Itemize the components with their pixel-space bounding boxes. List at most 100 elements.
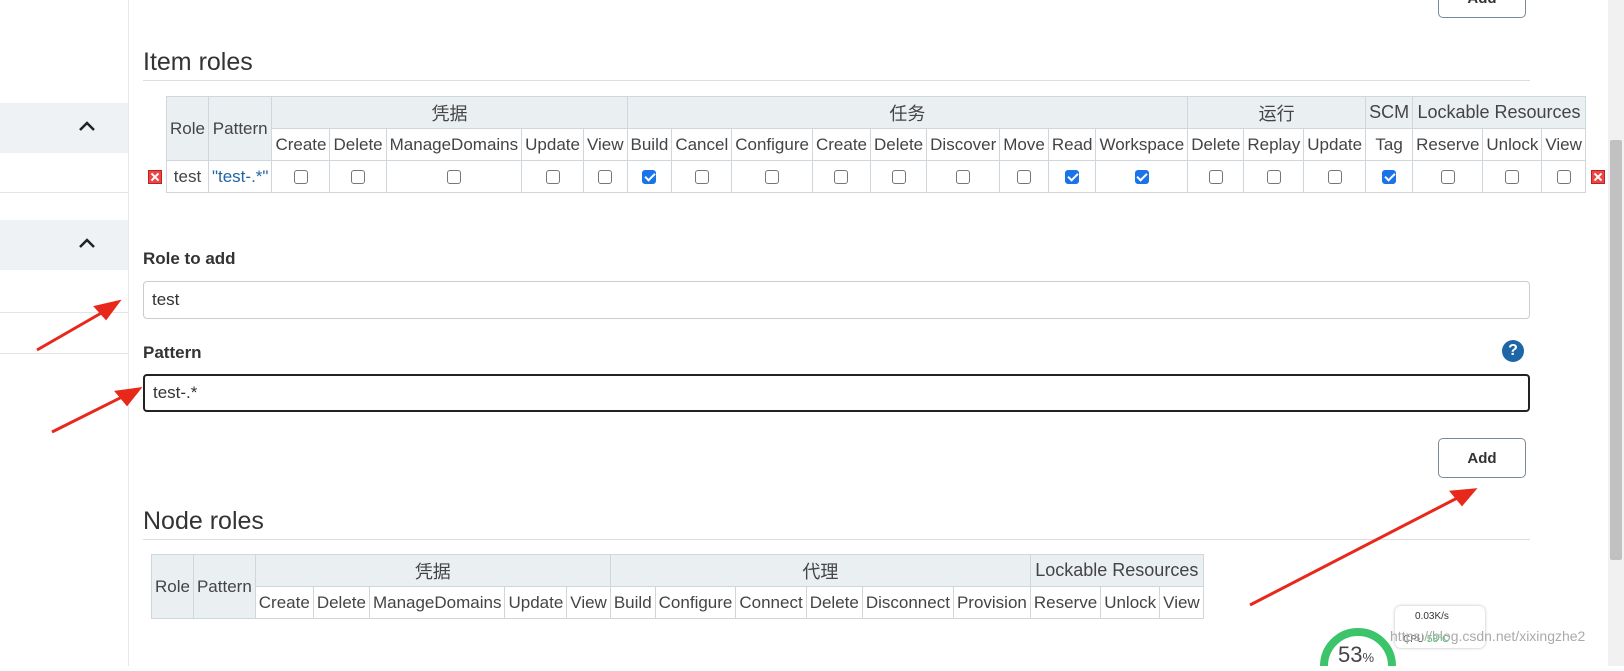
permission-checkbox[interactable] (598, 170, 613, 185)
permission-header: Delete (312, 586, 370, 619)
permission-header: View (1159, 586, 1204, 619)
permission-header: Delete (329, 128, 387, 161)
permission-header: ManageDomains (385, 128, 523, 161)
permission-checkbox[interactable] (1208, 170, 1223, 185)
permission-checkbox[interactable] (1556, 170, 1571, 185)
permission-checkbox[interactable] (1134, 170, 1149, 185)
permission-header: ManageDomains (368, 586, 506, 619)
permission-group-header: Lockable Resources (1029, 554, 1204, 587)
help-icon[interactable]: ? (1502, 340, 1524, 362)
permission-header: Delete (1187, 128, 1245, 161)
permission-group-header: 凭据 (254, 554, 611, 587)
permission-header: Replay (1243, 128, 1305, 161)
section-divider (143, 539, 1530, 540)
network-speed: 0.03K/s (1415, 611, 1449, 622)
permission-checkbox[interactable] (1327, 170, 1342, 185)
permission-checkbox[interactable] (1382, 170, 1397, 185)
performance-percent: 53 (1338, 642, 1363, 667)
permission-header: Read (1047, 128, 1097, 161)
permission-checkbox[interactable] (1266, 170, 1281, 185)
section-divider (143, 80, 1530, 81)
column-header-pattern: Pattern (207, 96, 273, 161)
permission-header: Configure (654, 586, 737, 619)
sidebar-divider (0, 353, 128, 354)
permission-checkbox[interactable] (446, 170, 461, 185)
permission-checkbox[interactable] (1440, 170, 1455, 185)
scrollbar-thumb[interactable] (1610, 140, 1622, 560)
chevron-up-icon (79, 238, 95, 248)
node-roles-heading: Node roles (143, 507, 264, 535)
performance-widget[interactable]: 53% (1318, 606, 1398, 667)
permission-checkbox[interactable] (545, 170, 560, 185)
permission-header: Build (609, 586, 656, 619)
permission-checkbox[interactable] (694, 170, 709, 185)
permission-header: Configure (731, 128, 813, 161)
sidebar-section-2[interactable] (0, 220, 128, 270)
permission-checkbox[interactable] (642, 170, 657, 185)
permission-header: Update (521, 128, 584, 161)
permission-header: Delete (869, 128, 928, 161)
permission-header: Connect (735, 586, 807, 619)
permission-header: Workspace (1095, 128, 1189, 161)
permission-group-header: 运行 (1187, 96, 1367, 129)
role-name: test (166, 160, 209, 193)
permission-checkbox[interactable] (834, 170, 849, 185)
item-roles-heading: Item roles (143, 48, 253, 76)
scrollbar-track[interactable] (1608, 0, 1624, 666)
permission-checkbox[interactable] (1017, 170, 1032, 185)
permission-checkbox[interactable] (1505, 170, 1520, 185)
column-header-role: Role (166, 96, 209, 161)
permission-group-header: 任务 (626, 96, 1189, 129)
permission-header: Delete (805, 586, 863, 619)
permission-header: View (566, 586, 611, 619)
permission-checkbox[interactable] (293, 170, 308, 185)
delete-row-icon[interactable] (148, 170, 162, 184)
permission-header: View (582, 128, 628, 161)
permission-header: Build (626, 128, 673, 161)
performance-unit: % (1362, 650, 1375, 665)
item-roles-table: Role Pattern 凭据 任务 运行 SCM Lockable Resources Cr… (166, 96, 1586, 193)
permission-header: Disconnect (861, 586, 954, 619)
watermark: https://blog.csdn.net/xixingzhe2 (1390, 628, 1586, 644)
permission-header: Discover (926, 128, 1001, 161)
node-roles-table: Role Pattern 凭据 代理 Lockable Resources Create D… (151, 554, 1204, 619)
pattern-input[interactable]: test-.* (143, 374, 1530, 412)
permission-header: Reserve (1412, 128, 1484, 161)
top-add-button[interactable]: Add (1438, 0, 1526, 18)
pattern-label: Pattern (143, 343, 202, 362)
role-to-add-label: Role to add (143, 249, 236, 268)
permission-group-header: SCM (1365, 96, 1414, 129)
permission-checkbox[interactable] (956, 170, 971, 185)
permission-header: Provision (952, 586, 1031, 619)
permission-checkbox[interactable] (891, 170, 906, 185)
permission-header: Create (811, 128, 872, 161)
permission-header: Tag (1365, 128, 1414, 161)
role-pattern: "test-.*" (207, 160, 273, 193)
table-row: test "test-.*" (166, 160, 1586, 193)
chevron-up-icon (79, 121, 95, 131)
add-button[interactable]: Add (1438, 438, 1526, 478)
permission-header: Create (254, 586, 314, 619)
delete-row-icon[interactable] (1591, 170, 1605, 184)
permission-header: Unlock (1100, 586, 1161, 619)
column-header-role: Role (151, 554, 194, 619)
role-to-add-input[interactable]: test (143, 281, 1530, 319)
permission-header: Create (271, 128, 331, 161)
permission-checkbox[interactable] (351, 170, 366, 185)
permission-header: Update (1303, 128, 1367, 161)
permission-header: Update (504, 586, 568, 619)
sidebar (0, 0, 129, 666)
permission-header: Unlock (1482, 128, 1543, 161)
permission-header: View (1541, 128, 1586, 161)
main-content: Add Item roles RolePattern凭据任务运行SCMLocka… (128, 0, 1608, 666)
permission-group-header: Lockable Resources (1412, 96, 1586, 129)
permission-header: Move (999, 128, 1049, 161)
permission-header: Cancel (671, 128, 733, 161)
sidebar-section-1[interactable] (0, 103, 128, 153)
sidebar-divider (0, 312, 128, 313)
column-header-pattern: Pattern (192, 554, 256, 619)
permission-group-header: 凭据 (271, 96, 628, 129)
permission-checkbox[interactable] (1065, 170, 1080, 185)
permission-group-header: 代理 (609, 554, 1031, 587)
permission-checkbox[interactable] (765, 170, 780, 185)
